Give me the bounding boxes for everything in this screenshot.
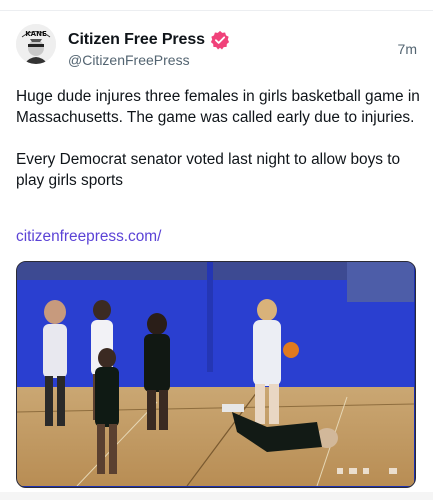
basketball [283,342,299,358]
display-name[interactable]: Citizen Free Press [68,31,205,49]
author-handle[interactable]: @CitizenFreePress [68,52,190,68]
post-link[interactable]: citizenfreepress.com/ [16,228,161,246]
settings-icon [363,468,369,474]
author-name-row: Citizen Free Press [68,30,230,50]
video-frame [17,262,414,486]
post-paragraph: Huge dude injures three females in girls… [16,88,420,126]
post-body: Huge dude injures three females in girls… [16,86,420,191]
post-paragraph: Every Democrat senator voted last night … [16,151,401,189]
post-timestamp[interactable]: 7m [398,41,417,57]
verified-badge-icon [210,30,230,50]
volume-icon [337,468,343,474]
avatar[interactable]: KANE [16,24,56,64]
video-media[interactable] [16,261,416,488]
captions-icon [349,468,357,474]
avatar-image: KANE [16,24,56,64]
bottom-divider [0,492,433,500]
svg-text:KANE: KANE [25,30,47,38]
top-divider [0,10,433,11]
fullscreen-icon [389,468,397,474]
